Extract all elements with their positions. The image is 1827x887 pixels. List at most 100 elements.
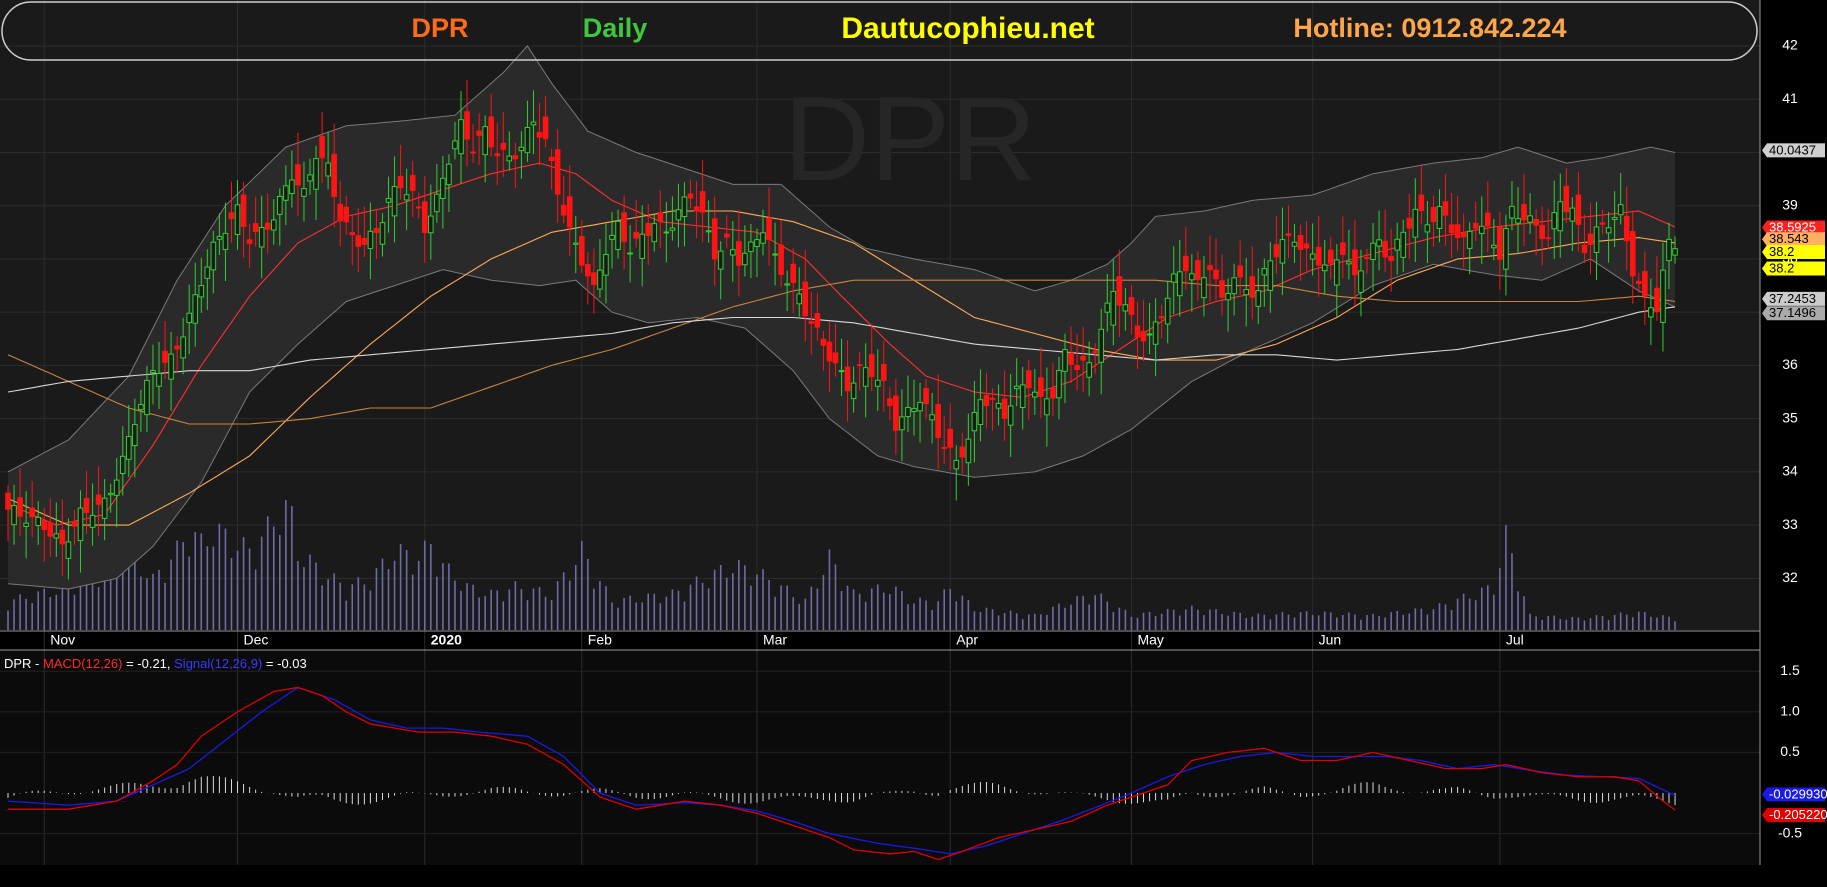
candle-body (385, 198, 392, 203)
candle-body (657, 211, 664, 222)
candle-body (760, 232, 766, 244)
candle-body (1249, 276, 1256, 298)
last-value-label: -0.029930 (1769, 786, 1827, 801)
candle-body (295, 164, 301, 186)
candle-body (1309, 253, 1316, 260)
candle-body (500, 142, 507, 150)
candle-body (1152, 321, 1159, 345)
candle-body (1285, 233, 1292, 236)
candle-body (1666, 238, 1672, 262)
candle-body (59, 529, 66, 545)
candle-body (506, 155, 513, 162)
candle-body (790, 263, 796, 284)
candle-body (277, 195, 283, 215)
candle-body (1104, 302, 1111, 313)
candle-body (1593, 226, 1600, 253)
candle-body (669, 227, 676, 231)
candle-body (1533, 218, 1539, 226)
candle-body (1044, 398, 1050, 416)
candle-body (989, 397, 996, 400)
date-tick-label: Jun (1319, 632, 1342, 648)
candle-body (965, 438, 972, 464)
candle-body (1261, 268, 1268, 276)
candle-body (862, 367, 869, 387)
candle-body (415, 206, 422, 209)
candle-body (313, 158, 319, 190)
candle-body (186, 312, 192, 324)
candle-body (1183, 255, 1189, 272)
candle-body (1497, 226, 1503, 260)
candle-body (796, 293, 803, 305)
candle-body (633, 231, 639, 239)
candle-body (1007, 405, 1014, 426)
macd-tick-label: 0.5 (1780, 743, 1800, 759)
candle-body (899, 416, 905, 431)
candle-body (1430, 206, 1437, 222)
candle-body (1001, 398, 1008, 419)
candle-body (1436, 206, 1443, 229)
candle-body (983, 394, 990, 407)
candle-body (1617, 204, 1624, 216)
candle-body (1237, 265, 1243, 278)
last-value-label: 38.2 (1769, 260, 1794, 275)
candle-body (1140, 330, 1147, 342)
candle-body (905, 406, 911, 418)
candle-body (1672, 248, 1678, 256)
candle-body (808, 321, 815, 324)
candle-body (591, 272, 597, 285)
candle-body (307, 174, 313, 182)
candle-body (814, 313, 821, 328)
candle-body (1539, 224, 1545, 240)
candle-body (941, 446, 947, 449)
candle-body (1545, 237, 1551, 240)
candle-body (742, 252, 748, 266)
candle-body (868, 354, 875, 378)
candle-body (23, 522, 29, 527)
candle-body (826, 341, 833, 362)
candle-body (1056, 369, 1062, 399)
candle-body (1394, 238, 1400, 251)
candle-body (17, 497, 23, 517)
candle-body (530, 121, 537, 126)
candle-body (832, 352, 839, 364)
candle-body (874, 379, 881, 387)
candle-body (730, 249, 736, 256)
last-value-label: 37.1496 (1769, 305, 1816, 320)
candle-body (675, 209, 682, 221)
candle-body (29, 507, 35, 518)
candle-body (1321, 264, 1328, 272)
candle-body (397, 175, 404, 189)
candle-body (1201, 277, 1207, 299)
candle-body (258, 226, 265, 248)
candle-body (1382, 240, 1388, 258)
candle-body (1062, 349, 1068, 372)
header-symbol: DPR (411, 13, 468, 43)
macd-legend-macd-value: = -0.21, (122, 656, 174, 671)
candle-body (452, 140, 458, 150)
candle-body (524, 126, 531, 154)
candle-body (597, 269, 603, 290)
candle-body (1599, 222, 1606, 225)
candle-body (101, 497, 108, 519)
candle-body (361, 237, 368, 245)
candle-body (1376, 239, 1382, 247)
candle-body (542, 116, 549, 140)
candle-body (270, 219, 277, 231)
candle-body (893, 395, 899, 431)
candle-body (663, 231, 670, 234)
candle-body (1170, 273, 1177, 283)
candle-body (1116, 276, 1123, 306)
candle-body (180, 336, 186, 359)
candle-body (1219, 280, 1225, 298)
candle-body (403, 194, 410, 201)
candle-body (1563, 185, 1570, 213)
candle-body (554, 149, 561, 195)
candle-body (1581, 244, 1588, 254)
candle-body (1460, 232, 1467, 238)
last-value-tag: 38.2 (1762, 244, 1825, 260)
candle-body (1207, 265, 1213, 271)
chart-window: DPR 4241403938373635343332NovDec2020FebM… (0, 0, 1827, 882)
candle-body (1146, 333, 1153, 336)
candle-body (748, 241, 754, 253)
candle-body (1176, 271, 1183, 297)
